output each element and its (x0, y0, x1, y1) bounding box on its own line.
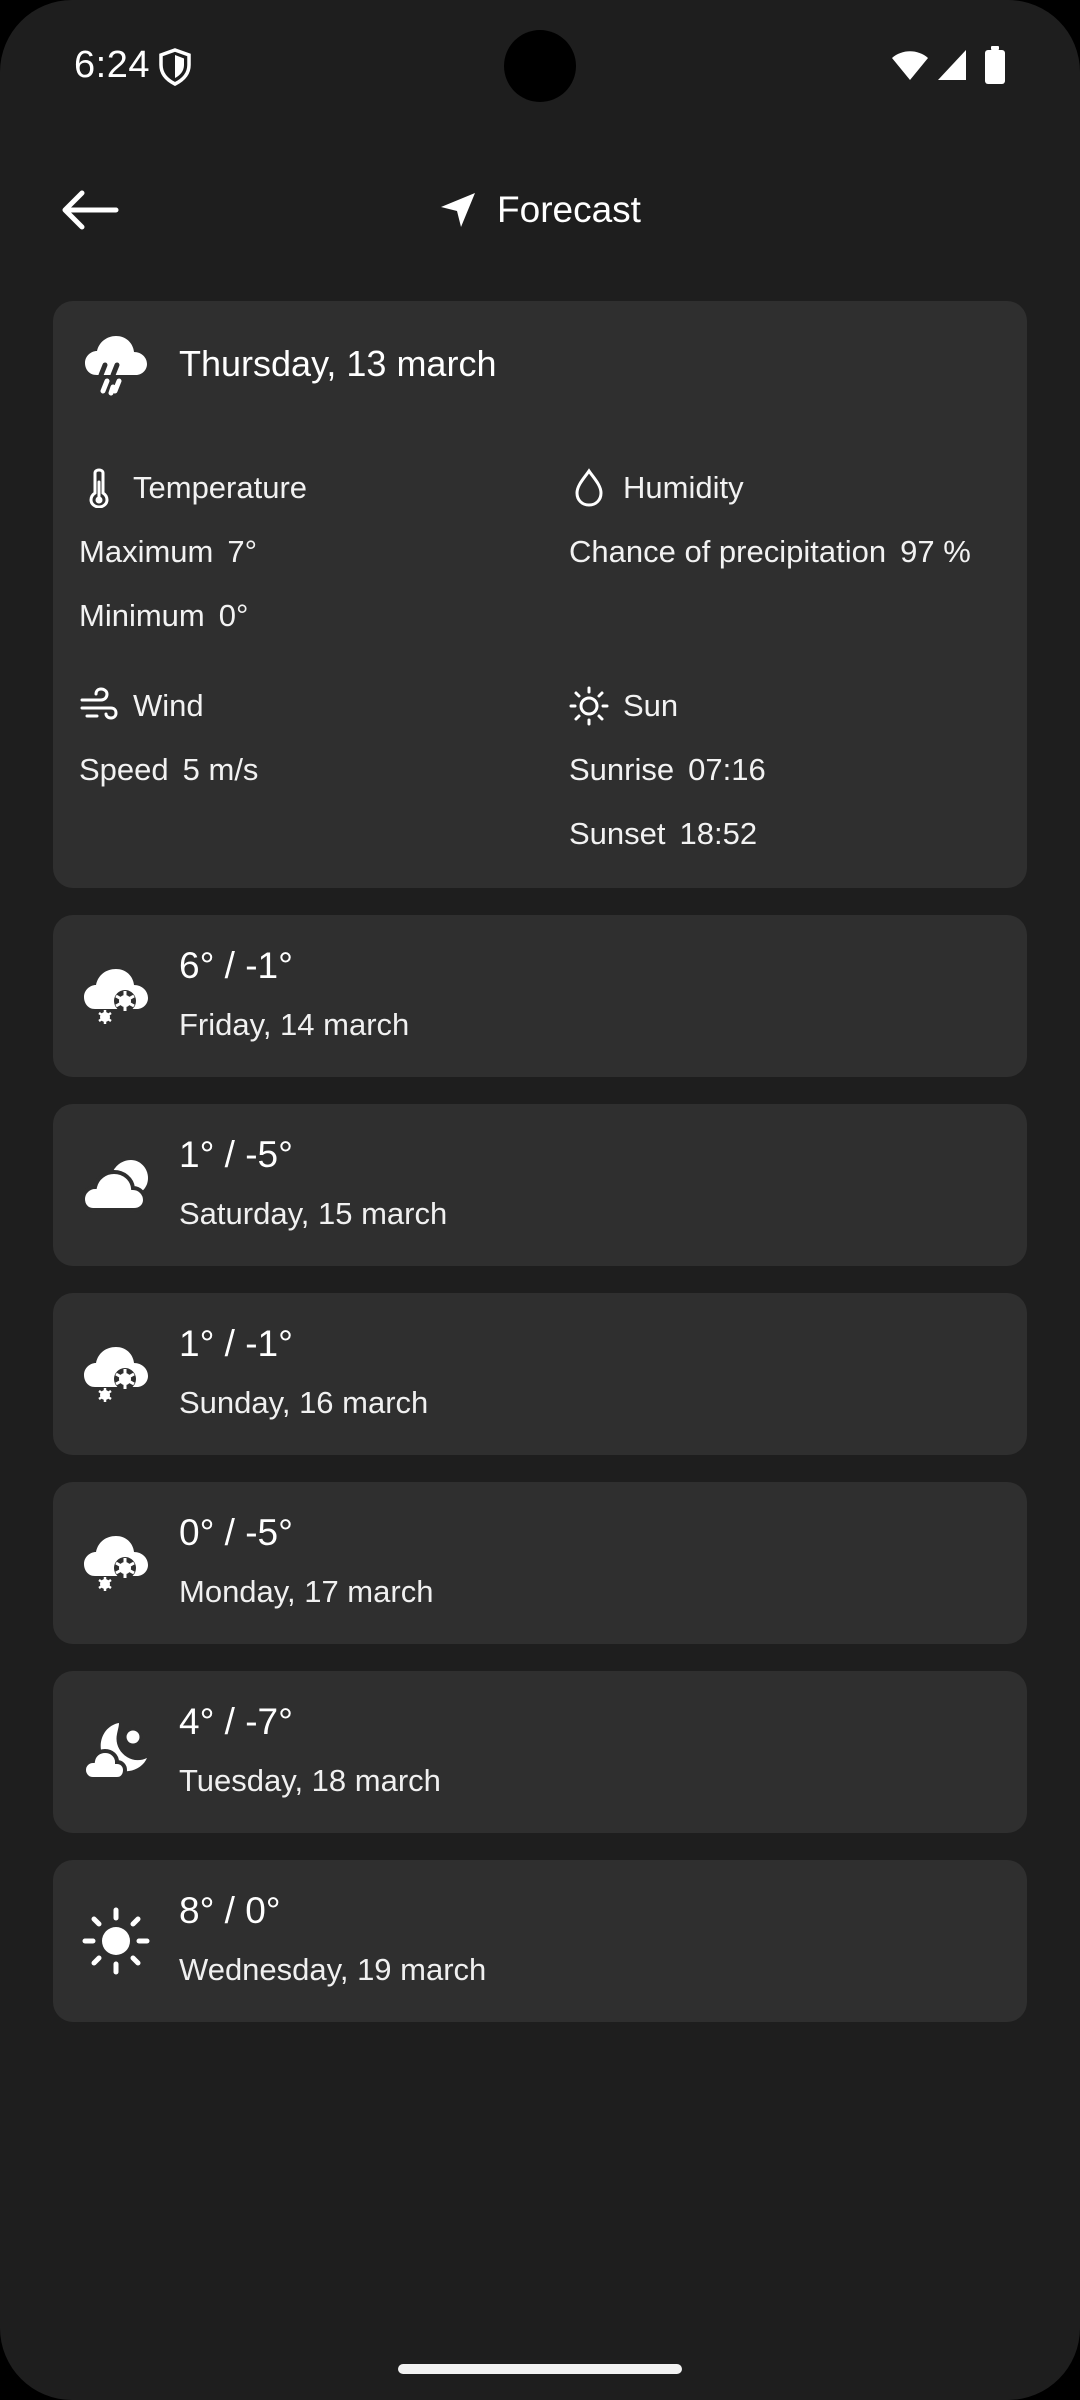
temperature-label: Temperature (133, 470, 308, 505)
rain-cloud-icon (85, 336, 147, 396)
signal-icon (938, 50, 966, 80)
min-temp-value: 0° (218, 598, 249, 633)
day-date: Monday, 17 march (179, 1574, 434, 1609)
min-temperature: Minimum 0° (79, 593, 539, 639)
max-temperature: Maximum 7° (79, 529, 539, 575)
day-date: Sunday, 16 march (179, 1385, 429, 1420)
wind-icon (80, 687, 118, 720)
precip-label: Chance of precipitation (569, 534, 887, 569)
humidity-section: Humidity Chance of precipitation 97 % (569, 465, 1029, 575)
sunrise-value: 07:16 (688, 752, 766, 787)
sun-icon (569, 686, 609, 726)
night-partly-cloudy-icon (81, 1723, 147, 1781)
battery-icon (985, 46, 1005, 84)
navigation-arrow-icon (441, 193, 476, 227)
page-title: Forecast (497, 189, 641, 230)
wind-speed: Speed 5 m/s (79, 747, 539, 793)
day-temperature-range: 4° / -7° (179, 1701, 293, 1742)
top-app-bar: Forecast (0, 160, 1080, 260)
precip-value: 97 % (900, 534, 971, 569)
sunrise: Sunrise 07:16 (569, 747, 1029, 793)
sunset-label: Sunset (569, 816, 666, 851)
day-temperature-range: 0° / -5° (179, 1512, 293, 1553)
wind-section: Wind Speed 5 m/s (79, 683, 539, 793)
sunset-value: 18:52 (679, 816, 758, 851)
camera-cutout (504, 30, 576, 102)
wind-speed-value: 5 m/s (182, 752, 259, 787)
sun-label: Sun (623, 688, 679, 723)
day-date: Saturday, 15 march (179, 1196, 448, 1231)
status-bar: 6:24 (0, 0, 1080, 132)
today-date: Thursday, 13 march (179, 343, 497, 384)
day-temperature-range: 1° / -1° (179, 1323, 293, 1364)
min-temp-label: Minimum (79, 598, 205, 633)
status-time: 6:24 (74, 44, 150, 86)
max-temp-value: 7° (227, 534, 257, 569)
temperature-section: Temperature Maximum 7° Minimum 0° (79, 465, 539, 639)
max-temp-label: Maximum (79, 534, 214, 569)
sun-section: Sun Sunrise 07:16 Sunset 18:52 (569, 683, 1029, 857)
day-forecast-card[interactable]: 8° / 0° Wednesday, 19 march (53, 1860, 1027, 2022)
today-forecast-card[interactable]: Thursday, 13 march Temperature Maximum 7°… (53, 301, 1027, 888)
wifi-icon (892, 51, 928, 80)
day-forecast-card[interactable]: 0° / -5° Monday, 17 march (53, 1482, 1027, 1644)
back-button[interactable] (50, 180, 130, 240)
thermometer-icon (89, 468, 109, 508)
day-temperature-range: 8° / 0° (179, 1890, 281, 1931)
day-date: Friday, 14 march (179, 1007, 410, 1042)
day-forecast-card[interactable]: 4° / -7° Tuesday, 18 march (53, 1671, 1027, 1833)
home-indicator[interactable] (398, 2364, 682, 2374)
humidity-label: Humidity (623, 470, 744, 505)
day-forecast-card[interactable]: 1° / -1° Sunday, 16 march (53, 1293, 1027, 1455)
wind-label: Wind (133, 688, 204, 723)
day-date: Tuesday, 18 march (179, 1763, 441, 1798)
arrow-left-icon (62, 190, 119, 230)
wind-speed-label: Speed (79, 752, 169, 787)
day-temperature-range: 1° / -5° (179, 1134, 293, 1175)
day-forecast-card[interactable]: 6° / -1° Friday, 14 march (53, 915, 1027, 1077)
day-forecast-card[interactable]: 1° / -5° Saturday, 15 march (53, 1104, 1027, 1266)
sun-icon (82, 1907, 150, 1975)
water-drop-icon (575, 468, 603, 507)
sunset: Sunset 18:52 (569, 811, 1029, 857)
shield-icon (159, 48, 191, 86)
cloudy-icon (81, 1160, 148, 1212)
precipitation-chance: Chance of precipitation 97 % (569, 529, 1029, 575)
snow-cloud-icon (84, 969, 148, 1024)
day-date: Wednesday, 19 march (179, 1952, 487, 1987)
sunrise-label: Sunrise (569, 752, 675, 787)
title-group: Forecast (0, 160, 1080, 260)
snow-cloud-icon (84, 1347, 148, 1402)
day-temperature-range: 6° / -1° (179, 945, 293, 986)
forecast-screen: 6:24 Forecast Thursday, 13 march Tempera… (0, 0, 1080, 2400)
snow-cloud-icon (84, 1536, 148, 1591)
